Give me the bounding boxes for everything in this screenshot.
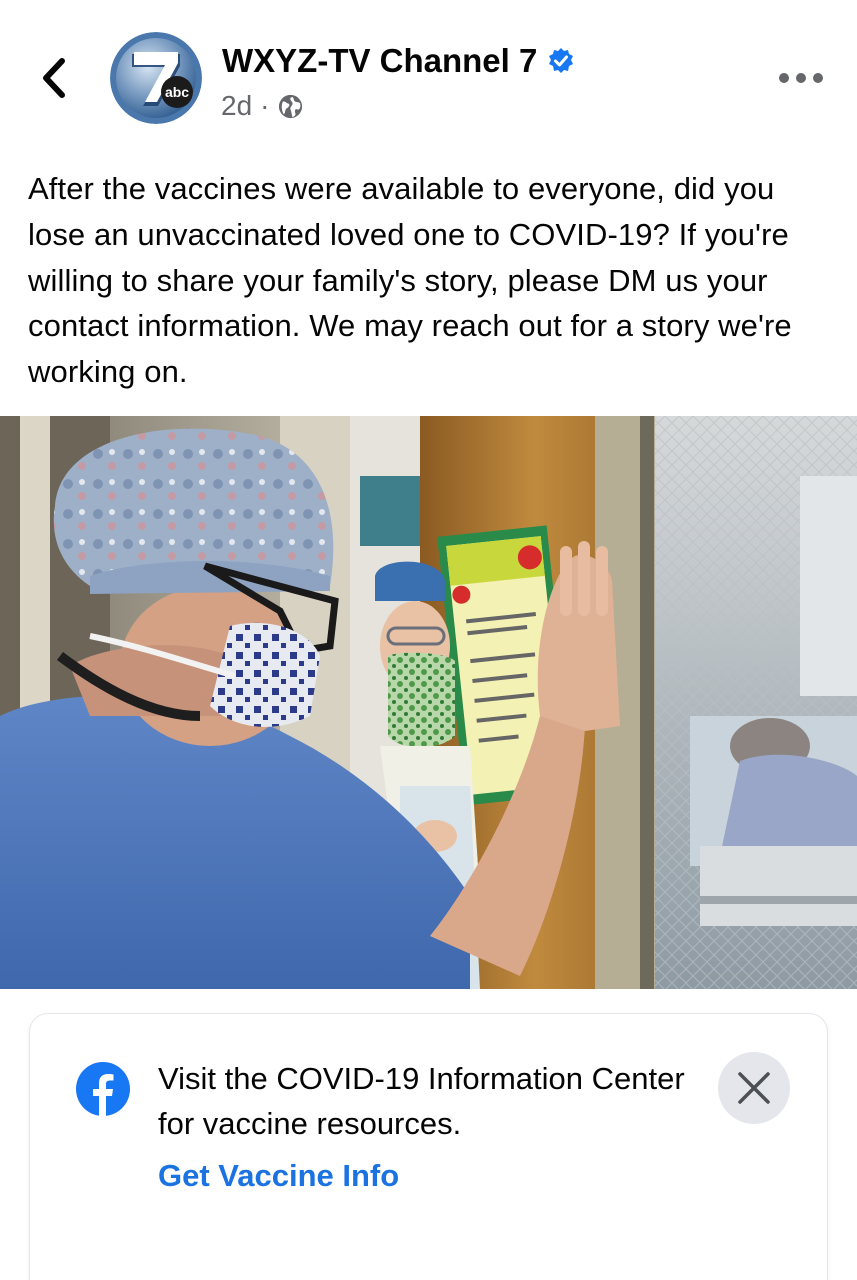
page-name[interactable]: WXYZ-TV Channel 7	[222, 42, 537, 80]
post-header: abc WXYZ-TV Channel 7 2d ·	[0, 0, 857, 150]
post-photo[interactable]	[0, 416, 857, 989]
more-options-button[interactable]	[779, 66, 823, 90]
back-button[interactable]	[30, 52, 78, 104]
close-icon	[738, 1072, 770, 1104]
hospital-photo	[0, 416, 857, 989]
meta-separator: ·	[260, 90, 270, 121]
covid-info-card: Visit the COVID-19 Information Center fo…	[30, 1014, 827, 1280]
channel-7-logo-icon: abc	[110, 32, 202, 124]
post-message: After the vaccines were available to eve…	[28, 171, 792, 390]
verified-badge-icon	[549, 48, 574, 73]
post-meta: 2d ·	[221, 90, 304, 122]
facebook-logo-icon	[76, 1062, 130, 1116]
close-info-card-button[interactable]	[718, 1052, 790, 1124]
info-card-message: Visit the COVID-19 Information Center fo…	[158, 1061, 685, 1141]
back-chevron-icon	[43, 58, 65, 98]
globe-icon	[279, 94, 303, 118]
post-screen: abc WXYZ-TV Channel 7 2d · After the vac…	[0, 0, 857, 1280]
page-avatar[interactable]: abc	[110, 32, 202, 124]
more-options-icon	[779, 73, 789, 83]
page-name-row: WXYZ-TV Channel 7	[222, 42, 575, 80]
post-timestamp[interactable]: 2d	[221, 90, 252, 122]
abc-logo-text: abc	[165, 84, 189, 100]
get-vaccine-info-link[interactable]: Get Vaccine Info	[158, 1158, 399, 1194]
